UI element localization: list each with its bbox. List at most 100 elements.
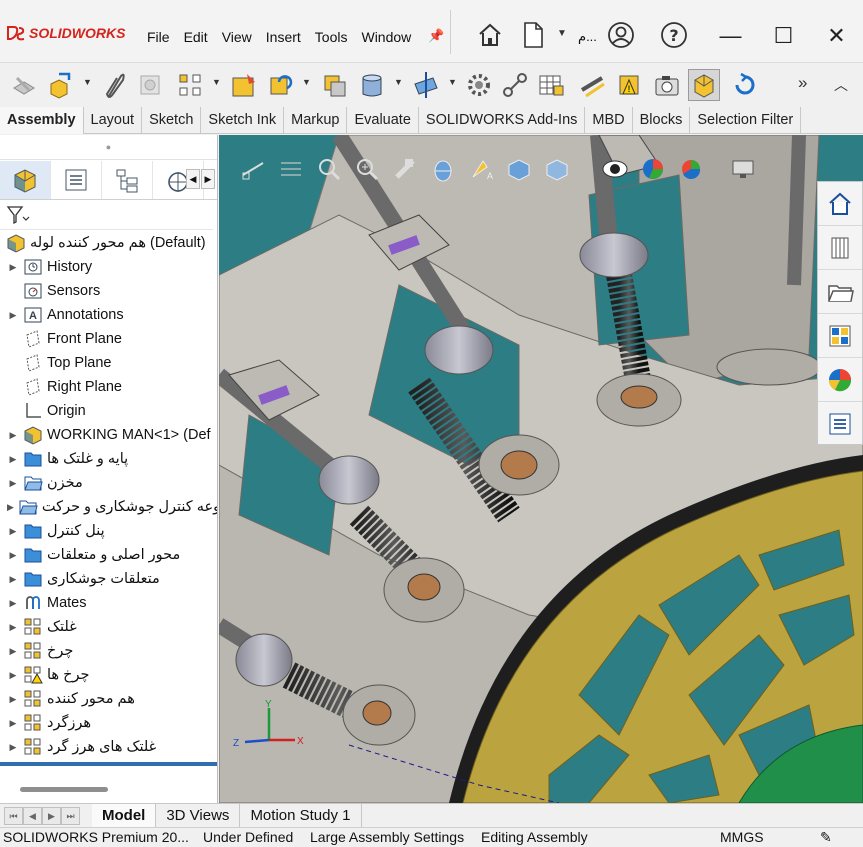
panel-splitter[interactable] bbox=[0, 762, 217, 766]
expand-caret-icon[interactable]: ▶ bbox=[7, 502, 14, 513]
tab-sketch[interactable]: Sketch bbox=[142, 107, 202, 134]
zoom-magnifier-icon[interactable] bbox=[351, 153, 382, 184]
appearances-scenes-icon[interactable] bbox=[818, 358, 862, 402]
tree-item[interactable]: ▶ هرزگرد bbox=[0, 711, 217, 735]
tree-item[interactable]: ▶ چرخ bbox=[0, 639, 217, 663]
tab-markup[interactable]: Markup bbox=[284, 107, 348, 134]
home-icon[interactable] bbox=[475, 20, 505, 50]
expand-caret-icon[interactable]: ▶ bbox=[7, 718, 19, 729]
edit-component-icon[interactable] bbox=[8, 69, 40, 101]
new-document-icon[interactable] bbox=[518, 20, 548, 50]
design-library-icon[interactable] bbox=[818, 226, 862, 270]
menu-edit[interactable]: Edit bbox=[177, 29, 215, 45]
user-account-icon[interactable] bbox=[606, 20, 636, 50]
next-tab-icon[interactable]: ▶ bbox=[42, 806, 61, 825]
tab-layout[interactable]: Layout bbox=[84, 107, 143, 134]
dynamic-annotation-icon[interactable] bbox=[427, 153, 458, 184]
prev-tab-icon[interactable]: ◀ bbox=[23, 806, 42, 825]
rebuild-icon[interactable]: ✎ bbox=[820, 828, 832, 847]
panel-grip[interactable]: ● bbox=[0, 135, 217, 160]
zoom-to-fit-icon[interactable] bbox=[237, 153, 268, 184]
tab-3d-views[interactable]: 3D Views bbox=[156, 803, 241, 828]
tab-assembly[interactable]: Assembly bbox=[0, 107, 84, 134]
section-view-icon[interactable] bbox=[389, 153, 420, 184]
tab-mbd[interactable]: MBD bbox=[585, 107, 633, 134]
tree-item[interactable]: ▶ متعلقات جوشکاری bbox=[0, 567, 217, 591]
menu-file[interactable]: File bbox=[140, 29, 177, 45]
tab-model[interactable]: Model bbox=[92, 803, 157, 828]
tree-item[interactable]: ▶ A Annotations bbox=[0, 303, 217, 327]
expand-caret-icon[interactable]: ▶ bbox=[7, 526, 19, 537]
tree-item[interactable]: ▶ مجموعه کنترل جوشکاری و حرکت bbox=[0, 495, 217, 519]
pin-menu-icon[interactable]: 📌 bbox=[428, 28, 444, 44]
tree-item[interactable]: Top Plane bbox=[0, 351, 217, 375]
filter-icon[interactable] bbox=[6, 205, 30, 225]
tree-item[interactable]: ▶ پایه و غلتک ها bbox=[0, 447, 217, 471]
tree-item[interactable]: ▶ History bbox=[0, 255, 217, 279]
chevron-down-icon[interactable]: ▼ bbox=[557, 28, 567, 39]
component-preview-icon[interactable] bbox=[134, 69, 166, 101]
expand-caret-icon[interactable]: ▶ bbox=[7, 670, 19, 681]
menu-tools[interactable]: Tools bbox=[308, 29, 355, 45]
expand-caret-icon[interactable]: ▶ bbox=[7, 430, 19, 441]
tab-evaluate[interactable]: Evaluate bbox=[347, 107, 419, 134]
expand-caret-icon[interactable]: ▶ bbox=[7, 262, 19, 273]
property-manager-tab-icon[interactable] bbox=[51, 160, 102, 199]
display-style-icon[interactable] bbox=[503, 153, 534, 184]
expand-caret-icon[interactable]: ▶ bbox=[7, 550, 19, 561]
file-explorer-icon[interactable] bbox=[818, 270, 862, 314]
chevron-down-icon[interactable]: ▼ bbox=[83, 77, 92, 87]
view-settings-icon[interactable] bbox=[675, 153, 706, 184]
tab-motion-study[interactable]: Motion Study 1 bbox=[240, 803, 362, 828]
expand-caret-icon[interactable]: ▶ bbox=[7, 694, 19, 705]
solidworks-resources-icon[interactable] bbox=[818, 182, 862, 226]
configuration-manager-tab-icon[interactable] bbox=[102, 160, 153, 199]
tree-item[interactable]: Front Plane bbox=[0, 327, 217, 351]
table-icon[interactable] bbox=[535, 69, 567, 101]
menu-window[interactable]: Window bbox=[354, 29, 418, 45]
chevron-left-icon[interactable]: ◀ bbox=[186, 169, 200, 189]
tree-item[interactable]: ▶ چرخ ها bbox=[0, 663, 217, 687]
tree-filter-bar[interactable] bbox=[0, 200, 213, 230]
assembly-features-icon[interactable] bbox=[356, 69, 388, 101]
interference-detection-icon[interactable]: ! bbox=[613, 69, 645, 101]
tree-item[interactable]: ▶ Mates bbox=[0, 591, 217, 615]
tree-item[interactable]: ▶ مخزن bbox=[0, 471, 217, 495]
view-orientation-icon[interactable]: A bbox=[465, 153, 496, 184]
tree-item[interactable]: ▶ WORKING MAN<1> (Def bbox=[0, 423, 217, 447]
bill-of-materials-icon[interactable] bbox=[499, 69, 531, 101]
tree-item[interactable]: ▶ هم محور کننده bbox=[0, 687, 217, 711]
expand-caret-icon[interactable]: ▶ bbox=[7, 574, 19, 585]
maximize-icon[interactable]: ☐ bbox=[757, 14, 810, 58]
tree-item[interactable]: ▶ غلتک های هرز گرد bbox=[0, 735, 217, 759]
status-large-assembly[interactable]: Large Assembly Settings bbox=[310, 828, 464, 847]
tree-item[interactable]: Right Plane bbox=[0, 375, 217, 399]
reference-geometry-icon[interactable] bbox=[410, 69, 442, 101]
monitor-icon[interactable] bbox=[727, 153, 758, 184]
tree-root[interactable]: هم محور کننده لوله (Default) bbox=[0, 231, 217, 255]
chevron-down-icon[interactable]: ▼ bbox=[448, 77, 457, 87]
tree-item[interactable]: ▶ محور اصلی و متعلقات bbox=[0, 543, 217, 567]
chevron-right-icon[interactable]: ▶ bbox=[201, 169, 215, 189]
expand-caret-icon[interactable]: ▶ bbox=[7, 454, 19, 465]
chevron-down-icon[interactable]: ▼ bbox=[302, 77, 311, 87]
tree-item[interactable]: ▶ غلتک bbox=[0, 615, 217, 639]
snapshot-camera-icon[interactable] bbox=[651, 69, 683, 101]
expand-caret-icon[interactable]: ▶ bbox=[7, 310, 19, 321]
tab-selection-filter[interactable]: Selection Filter bbox=[690, 107, 802, 134]
tree-item[interactable]: Sensors bbox=[0, 279, 217, 303]
tree-item[interactable]: ▶ پنل کنترل bbox=[0, 519, 217, 543]
solidworks-logo[interactable]: SOLIDWORKS bbox=[6, 24, 125, 42]
expand-caret-icon[interactable]: ▶ bbox=[7, 598, 19, 609]
new-motion-study-icon[interactable] bbox=[463, 69, 495, 101]
linear-pattern-icon[interactable] bbox=[174, 69, 206, 101]
hide-show-items-icon[interactable] bbox=[541, 153, 572, 184]
view-palette-icon[interactable] bbox=[818, 314, 862, 358]
instant3d-icon[interactable] bbox=[688, 69, 720, 101]
previous-view-icon[interactable] bbox=[313, 153, 344, 184]
insert-components-icon[interactable] bbox=[44, 69, 76, 101]
menu-view[interactable]: View bbox=[215, 29, 259, 45]
menu-insert[interactable]: Insert bbox=[259, 29, 308, 45]
exploded-view-icon[interactable] bbox=[577, 69, 609, 101]
tab-sketch-ink[interactable]: Sketch Ink bbox=[201, 107, 285, 134]
